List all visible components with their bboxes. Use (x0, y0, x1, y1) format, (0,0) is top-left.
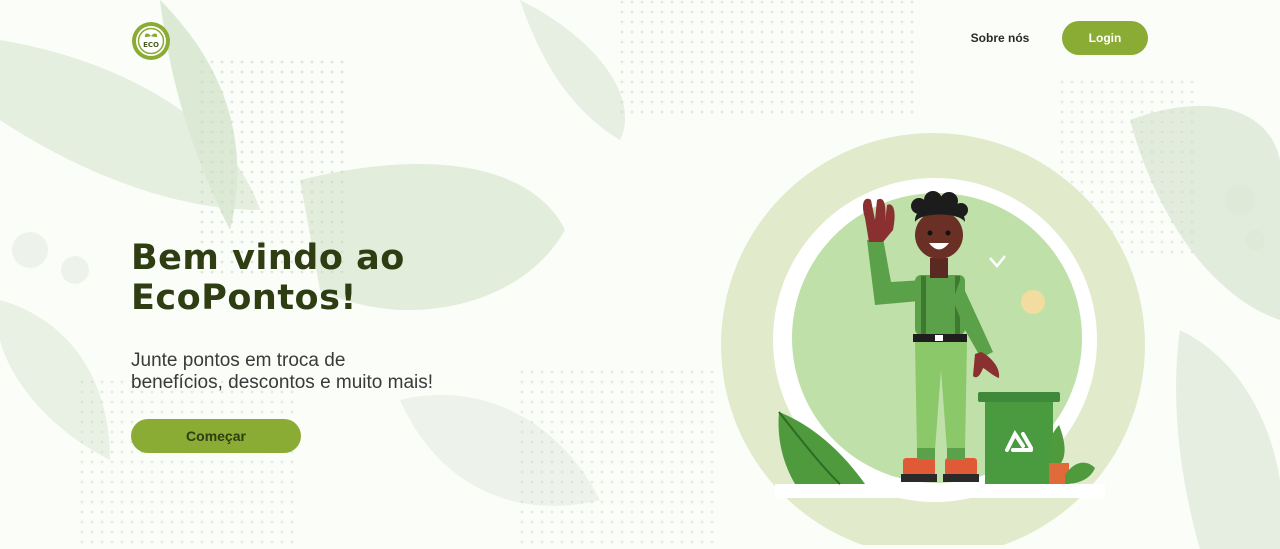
hero-subtitle: Junte pontos em troca de benefícios, desc… (131, 350, 491, 394)
eco-logo-icon: ECO (132, 22, 170, 60)
start-button[interactable]: Começar (131, 419, 301, 453)
svg-text:ECO: ECO (143, 41, 159, 49)
top-navbar: ECO Sobre nós Login (0, 0, 1280, 80)
floating-peel-icon (1021, 290, 1045, 314)
recycle-bin-lid (978, 392, 1060, 402)
login-button[interactable]: Login (1062, 21, 1148, 55)
hero-title-line2: EcoPontos! (131, 278, 357, 318)
hero-subtitle-line1: Junte pontos em troca de (131, 350, 346, 371)
hero-title-line1: Bem vindo ao (131, 238, 405, 278)
eco-logo[interactable]: ECO (131, 21, 171, 61)
hero-illustration (721, 133, 1145, 545)
hero-subtitle-line2: benefícios, descontos e muito mais! (131, 372, 434, 393)
nav-link-sobre-nos[interactable]: Sobre nós (960, 29, 1040, 47)
hero-title: Bem vindo ao EcoPontos! (131, 238, 551, 318)
